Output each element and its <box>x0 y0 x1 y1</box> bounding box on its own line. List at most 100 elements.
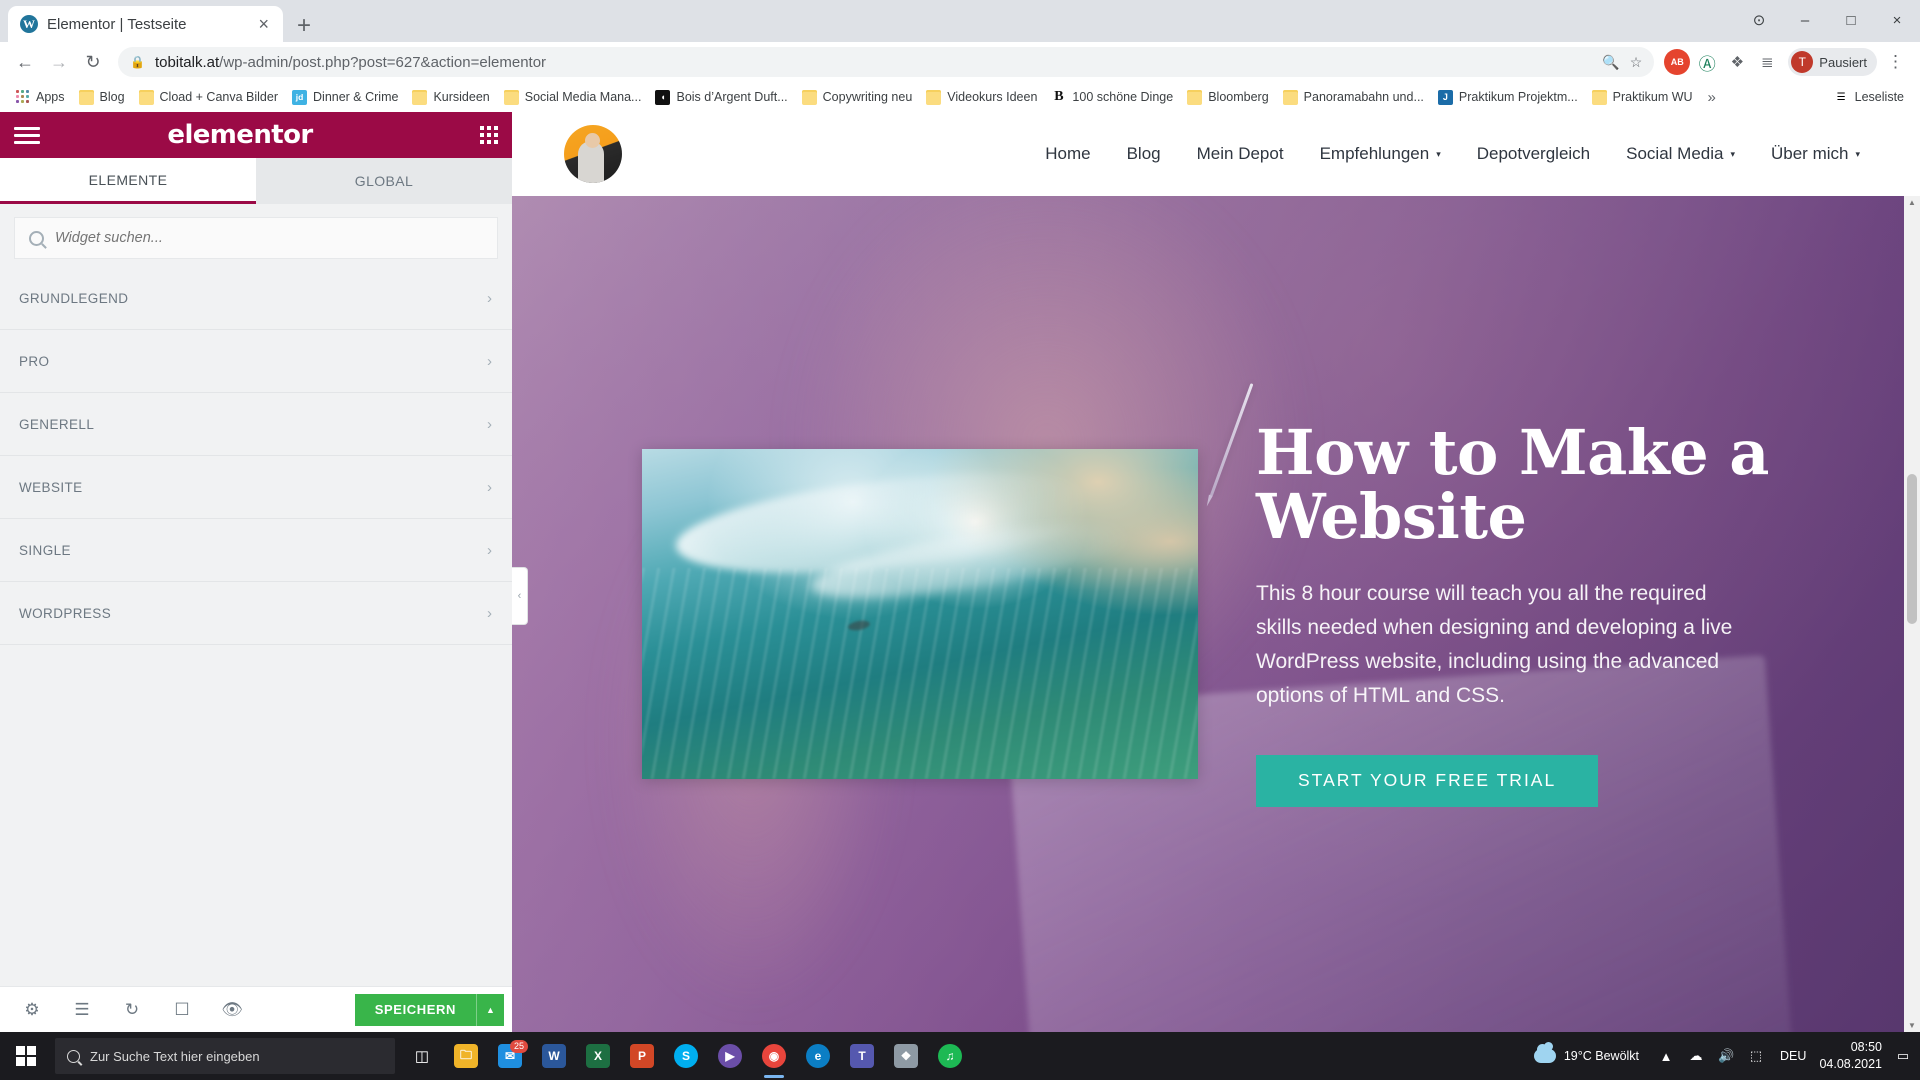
spotify-icon[interactable]: ♫ <box>928 1032 972 1080</box>
word-icon[interactable]: W <box>532 1032 576 1080</box>
close-window-button[interactable]: × <box>1874 0 1920 40</box>
taskbar-search-box[interactable]: Zur Suche Text hier eingeben <box>55 1038 395 1074</box>
window-extra-icon[interactable]: ⊙ <box>1736 0 1782 40</box>
bookmarks-bar: Apps Blog Cload + Canva Bilder jd Dinner… <box>0 82 1920 112</box>
bookmark-apps[interactable]: Apps <box>8 87 72 108</box>
eye-preview-icon[interactable]: 👁 <box>208 987 256 1033</box>
language-indicator[interactable]: DEU <box>1771 1049 1815 1063</box>
skype-icon[interactable]: S <box>664 1032 708 1080</box>
nav-item-mein-depot[interactable]: Mein Depot <box>1179 144 1302 164</box>
widgets-grid-icon[interactable] <box>466 112 512 158</box>
chevron-right-icon: › <box>487 541 492 559</box>
grammarly-extension-icon[interactable]: Ⓐ <box>1694 49 1720 75</box>
category-wordpress[interactable]: WORDPRESS › <box>0 582 512 645</box>
chrome-icon[interactable]: ◉ <box>752 1032 796 1080</box>
ocean-wave-video[interactable] <box>642 449 1198 779</box>
category-website[interactable]: WEBSITE › <box>0 456 512 519</box>
maximize-button[interactable]: □ <box>1828 0 1874 40</box>
search-input[interactable] <box>55 230 483 246</box>
bookmark-social-media-management[interactable]: Social Media Mana... <box>497 87 649 108</box>
scrollbar-thumb[interactable] <box>1907 474 1917 624</box>
responsive-mode-icon[interactable]: ☐ <box>158 987 206 1033</box>
bookmark-videokurs-ideen[interactable]: Videokurs Ideen <box>919 87 1044 108</box>
nav-item-home[interactable]: Home <box>1027 144 1108 164</box>
address-bar[interactable]: 🔒 tobitalk.at/wp-admin/post.php?post=627… <box>118 47 1655 77</box>
adblock-extension-icon[interactable]: AB <box>1664 49 1691 75</box>
preview-scrollbar[interactable]: ▲ ▼ <box>1904 196 1920 1032</box>
reload-button[interactable]: ↻ <box>78 47 108 77</box>
weather-widget[interactable]: 19°C Bewölkt <box>1522 1042 1651 1063</box>
scroll-up-arrow-icon[interactable]: ▲ <box>1908 198 1916 207</box>
puzzle-extensions-icon[interactable]: ❖ <box>1724 49 1750 75</box>
panel-collapse-handle[interactable]: ‹ <box>512 567 528 625</box>
nav-item-ueber-mich[interactable]: Über mich ▾ <box>1753 144 1878 164</box>
bookmark-cload-canva[interactable]: Cload + Canva Bilder <box>132 87 285 108</box>
notifications-icon[interactable]: ▭ <box>1892 1032 1914 1080</box>
file-explorer-icon[interactable]: 🗀 <box>444 1032 488 1080</box>
task-view-icon[interactable]: ◫ <box>400 1032 444 1080</box>
new-tab-button[interactable]: + <box>297 14 311 38</box>
bookmark-star-icon[interactable]: ☆ <box>1630 54 1643 71</box>
bookmark-praktikum-projektm[interactable]: J Praktikum Projektm... <box>1431 87 1585 108</box>
bookmark-kursideen[interactable]: Kursideen <box>405 87 496 108</box>
back-button[interactable]: ← <box>10 47 40 77</box>
lock-icon: 🔒 <box>130 55 145 69</box>
tray-overflow-chevron-icon[interactable]: ▲ <box>1651 1032 1681 1080</box>
bookmark-blog[interactable]: Blog <box>72 87 132 108</box>
nav-item-social-media[interactable]: Social Media ▾ <box>1608 144 1753 164</box>
nav-item-empfehlungen[interactable]: Empfehlungen ▾ <box>1302 144 1459 164</box>
tab-elemente[interactable]: ELEMENTE <box>0 158 256 204</box>
minimize-button[interactable]: – <box>1782 0 1828 40</box>
powerpoint-icon[interactable]: P <box>620 1032 664 1080</box>
bookmark-panoramabahn[interactable]: Panoramabahn und... <box>1276 87 1431 108</box>
bookmark-praktikum-wu[interactable]: Praktikum WU <box>1585 87 1700 108</box>
edge-icon[interactable]: e <box>796 1032 840 1080</box>
reading-list-extension-icon[interactable]: ≣ <box>1754 49 1780 75</box>
bookmark-bois-dargent[interactable]: ◖ Bois d’Argent Duft... <box>648 87 794 108</box>
profile-avatar-logo[interactable] <box>564 125 622 183</box>
nav-item-blog[interactable]: Blog <box>1109 144 1179 164</box>
bookmark-bloomberg[interactable]: Bloomberg <box>1180 87 1275 108</box>
scroll-down-arrow-icon[interactable]: ▼ <box>1908 1021 1916 1030</box>
bookmarks-overflow-icon[interactable]: » <box>1700 89 1724 106</box>
reading-list-button[interactable]: ☰ Leseliste <box>1826 90 1912 105</box>
folder-icon <box>78 89 94 105</box>
category-pro[interactable]: PRO › <box>0 330 512 393</box>
media-player-glyph: ▶ <box>718 1044 742 1068</box>
volume-icon[interactable]: 🔊 <box>1711 1032 1741 1080</box>
category-grundlegend[interactable]: GRUNDLEGEND › <box>0 267 512 330</box>
gear-icon[interactable]: ⚙ <box>8 987 56 1033</box>
save-button[interactable]: SPEICHERN <box>354 993 476 1026</box>
browser-tab[interactable]: W Elementor | Testseite × <box>8 6 283 42</box>
windows-start-icon[interactable] <box>2 1032 50 1080</box>
photos-glyph: ❖ <box>894 1044 918 1068</box>
forward-button[interactable]: → <box>44 47 74 77</box>
j-site-icon: J <box>1437 89 1453 105</box>
category-generell[interactable]: GENERELL › <box>0 393 512 456</box>
nav-item-depotvergleich[interactable]: Depotvergleich <box>1459 144 1608 164</box>
hero-heading: How to Make a Website <box>1256 416 1769 553</box>
widget-search-box[interactable] <box>14 217 498 259</box>
chrome-menu-icon[interactable]: ⋮ <box>1881 52 1910 72</box>
tab-global[interactable]: GLOBAL <box>256 158 512 204</box>
category-label: SINGLE <box>19 542 71 558</box>
photos-icon[interactable]: ❖ <box>884 1032 928 1080</box>
excel-icon[interactable]: X <box>576 1032 620 1080</box>
media-player-icon[interactable]: ▶ <box>708 1032 752 1080</box>
bookmark-dinner-crime[interactable]: jd Dinner & Crime <box>285 87 405 108</box>
teams-icon[interactable]: T <box>840 1032 884 1080</box>
network-icon[interactable]: ⬚ <box>1741 1032 1771 1080</box>
mail-icon[interactable]: ✉ 25 <box>488 1032 532 1080</box>
onedrive-icon[interactable]: ☁ <box>1681 1032 1711 1080</box>
search-zoom-icon[interactable]: 🔍 <box>1602 54 1619 71</box>
start-free-trial-button[interactable]: START YOUR FREE TRIAL <box>1256 754 1599 807</box>
category-single[interactable]: SINGLE › <box>0 519 512 582</box>
clock[interactable]: 08:50 04.08.2021 <box>1815 1039 1892 1073</box>
close-tab-icon[interactable]: × <box>254 13 273 35</box>
save-options-arrow-icon[interactable]: ▲ <box>476 993 504 1026</box>
layers-icon[interactable]: ☰ <box>58 987 106 1033</box>
profile-button[interactable]: T Pausiert <box>1788 48 1877 76</box>
history-icon[interactable]: ↻ <box>108 987 156 1033</box>
bookmark-copywriting-neu[interactable]: Copywriting neu <box>795 87 920 108</box>
bookmark-100-schoene-dinge[interactable]: B 100 schöne Dinge <box>1044 87 1180 108</box>
